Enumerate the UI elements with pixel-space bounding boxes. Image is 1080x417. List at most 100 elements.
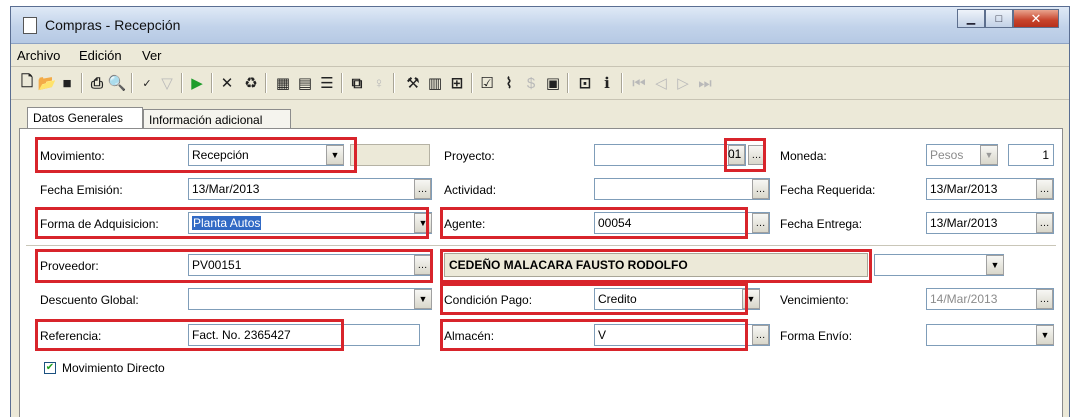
movimiento-select[interactable]: Recepción [188, 144, 344, 166]
proyecto-code-lookup-button[interactable]: … [748, 145, 765, 165]
almacen-input[interactable]: V [594, 324, 770, 346]
save-icon[interactable]: ■ [57, 73, 77, 93]
money-icon[interactable]: $ [521, 73, 541, 93]
moneda-dropdown-arrow[interactable]: ▼ [980, 145, 998, 165]
fecha-requerida-calendar-button[interactable]: … [1036, 179, 1053, 199]
wand-icon[interactable]: ⚒ [403, 73, 423, 93]
menu-bar: Archivo Edición Ver [11, 43, 1069, 67]
grid-icon[interactable]: ▦ [273, 73, 293, 93]
check-icon[interactable]: ☑ [477, 73, 497, 93]
copy-icon[interactable]: ⧉ [347, 73, 367, 93]
movimiento-directo-checkbox[interactable]: ✔ [44, 362, 56, 374]
print-icon[interactable]: ⎙ [87, 73, 107, 93]
datos-generales-panel: Movimiento: Recepción ▼ Proyecto: … 01 …… [19, 128, 1063, 417]
spellcheck-icon[interactable]: ✓ [137, 73, 157, 93]
info-icon[interactable]: ℹ [597, 73, 617, 93]
list-icon[interactable]: ▤ [295, 73, 315, 93]
delete-icon[interactable]: ♻ [241, 73, 261, 93]
condicion-pago-label: Condición Pago: [444, 293, 533, 307]
maximize-button[interactable]: □ [985, 9, 1013, 28]
toolbar-separator [211, 73, 213, 93]
ellipsis-icon: … [1039, 184, 1050, 195]
moneda-label: Moneda: [780, 149, 827, 163]
chevron-down-icon: ▼ [418, 294, 428, 304]
fecha-emision-input[interactable]: 13/Mar/2013 [188, 178, 432, 200]
condicion-pago-dropdown-arrow[interactable]: ▼ [742, 289, 760, 309]
forma-adquisicion-label: Forma de Adquisicion: [40, 217, 159, 231]
ellipsis-icon: … [755, 184, 766, 195]
bulb-icon[interactable]: ♀ [369, 73, 389, 93]
almacen-label: Almacén: [444, 329, 495, 343]
open-icon[interactable]: 📂 [37, 73, 57, 93]
minimize-button[interactable]: ▁ [957, 9, 985, 28]
menu-ver[interactable]: Ver [142, 48, 162, 63]
movimiento-id-field [350, 144, 430, 166]
movimiento-dropdown-arrow[interactable]: ▼ [326, 145, 344, 165]
toolbar-separator [181, 73, 183, 93]
actividad-lookup-button[interactable]: … [752, 179, 769, 199]
movimiento-label: Movimiento: [40, 149, 105, 163]
next-icon[interactable]: ▷ [673, 73, 693, 93]
close-button[interactable]: ✕ [1013, 9, 1059, 28]
referencia-input[interactable]: Fact. No. 2365427 [188, 324, 420, 346]
filter-icon[interactable]: ▽ [157, 73, 177, 93]
proyecto-input[interactable] [594, 144, 746, 166]
descuento-global-label: Descuento Global: [40, 293, 139, 307]
table-icon[interactable]: ⊞ [447, 73, 467, 93]
toolbar-separator [393, 73, 395, 93]
vencimiento-input[interactable]: 14/Mar/2013 [926, 288, 1054, 310]
prev-icon[interactable]: ◁ [651, 73, 671, 93]
document-icon [23, 17, 37, 34]
forma-envio-select[interactable] [926, 324, 1054, 346]
fecha-emision-calendar-button[interactable]: … [414, 179, 431, 199]
descuento-global-dropdown-arrow[interactable]: ▼ [414, 289, 432, 309]
preview-icon[interactable]: 🔍 [107, 73, 127, 93]
detail-icon[interactable]: ☰ [317, 73, 337, 93]
barcode-icon[interactable]: ▥ [425, 73, 445, 93]
proveedor-input[interactable]: PV00151 [188, 254, 432, 276]
proveedor-lookup-button[interactable]: … [414, 255, 431, 275]
toolbar-separator [131, 73, 133, 93]
forma-envio-dropdown-arrow[interactable]: ▼ [1036, 325, 1054, 345]
proveedor-label: Proveedor: [40, 259, 99, 273]
menu-edicion[interactable]: Edición [79, 48, 122, 63]
proveedor-sucursal-select[interactable] [874, 254, 1004, 276]
maximize-icon: □ [995, 12, 1003, 25]
agente-label: Agente: [444, 217, 486, 231]
section-divider [26, 245, 1056, 246]
agente-input[interactable]: 00054 [594, 212, 770, 234]
proveedor-sucursal-dropdown-arrow[interactable]: ▼ [986, 255, 1004, 275]
calendar-icon[interactable]: ▣ [543, 73, 563, 93]
menu-archivo[interactable]: Archivo [17, 48, 60, 63]
title-bar[interactable]: Compras - Recepción ▁ □ ✕ [11, 7, 1069, 44]
fecha-entrega-input[interactable]: 13/Mar/2013 [926, 212, 1054, 234]
ellipsis-icon: … [755, 218, 766, 229]
almacen-lookup-button[interactable]: … [752, 325, 769, 345]
tab-datos-generales[interactable]: Datos Generales [27, 107, 143, 129]
run-icon[interactable]: ▶ [187, 73, 207, 93]
tipo-cambio-input[interactable]: 1 [1008, 144, 1054, 166]
new-icon[interactable]: 🗋 [17, 73, 37, 93]
forma-adquisicion-dropdown-arrow[interactable]: ▼ [414, 213, 432, 233]
fecha-emision-label: Fecha Emisión: [40, 183, 123, 197]
forma-adquisicion-select[interactable]: Planta Autos [188, 212, 432, 234]
fecha-entrega-calendar-button[interactable]: … [1036, 213, 1053, 233]
attach-icon[interactable]: ⌇ [499, 73, 519, 93]
fecha-requerida-input[interactable]: 13/Mar/2013 [926, 178, 1054, 200]
tab-bar: Datos Generales Información adicional [11, 99, 1069, 129]
chevron-down-icon: ▼ [984, 150, 994, 160]
first-icon[interactable]: ⏮ [629, 73, 649, 93]
window-icon[interactable]: ⊡ [575, 73, 595, 93]
chevron-down-icon: ▼ [330, 150, 340, 160]
condicion-pago-select[interactable]: Credito [594, 288, 760, 310]
cancel-icon[interactable]: ✕ [217, 73, 237, 93]
vencimiento-calendar-button[interactable]: … [1036, 289, 1053, 309]
toolbar-separator [81, 73, 83, 93]
last-icon[interactable]: ⏭ [695, 73, 715, 93]
descuento-global-select[interactable] [188, 288, 432, 310]
minimize-icon: ▁ [966, 13, 976, 25]
tab-informacion-adicional[interactable]: Información adicional [143, 109, 291, 129]
actividad-input[interactable] [594, 178, 770, 200]
close-icon: ✕ [1030, 10, 1042, 26]
agente-lookup-button[interactable]: … [752, 213, 769, 233]
